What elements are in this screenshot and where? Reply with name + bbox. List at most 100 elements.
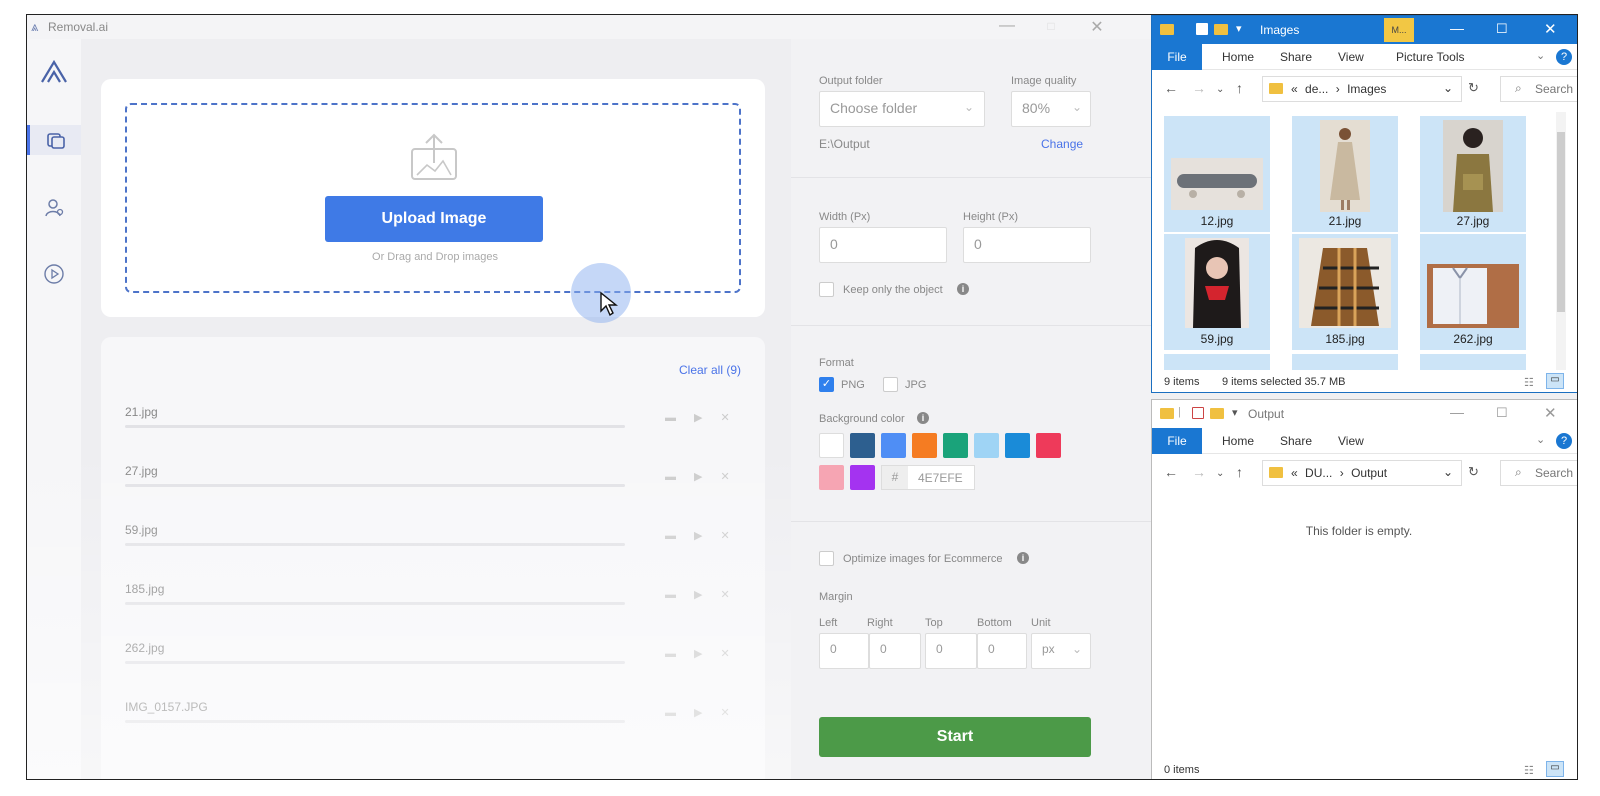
margin-right-input[interactable]: 0 <box>869 633 921 669</box>
tab-share[interactable]: Share <box>1280 50 1312 64</box>
large-icons-view-icon[interactable]: ▭ <box>1546 761 1564 777</box>
chevron-down-icon[interactable]: ⌄ <box>1536 49 1545 62</box>
margin-top-input[interactable]: 0 <box>925 633 977 669</box>
color-swatch[interactable] <box>850 433 875 458</box>
new-folder-icon[interactable] <box>1214 24 1228 35</box>
recent-dropdown-icon[interactable]: ⌄ <box>1216 84 1224 95</box>
tab-view[interactable]: View <box>1338 434 1364 448</box>
details-view-icon[interactable]: ☷ <box>1524 376 1534 389</box>
chevron-down-icon[interactable]: ⌄ <box>1536 433 1545 446</box>
thumbnail[interactable]: 12.jpg <box>1164 116 1270 232</box>
search-input[interactable]: ⌕ Search <box>1500 76 1577 102</box>
tab-view[interactable]: View <box>1338 50 1364 64</box>
margin-bottom-input[interactable]: 0 <box>977 633 1027 669</box>
tab-home[interactable]: Home <box>1222 434 1254 448</box>
thumbnail[interactable]: 262.jpg <box>1420 234 1526 350</box>
item-actions[interactable]: ▬▶✕ <box>665 706 748 719</box>
properties-icon[interactable] <box>1196 23 1208 35</box>
breadcrumb-current[interactable]: Images <box>1347 82 1386 96</box>
tab-home[interactable]: Home <box>1222 50 1254 64</box>
back-arrow-icon[interactable]: ← <box>1164 464 1178 480</box>
back-arrow-icon[interactable]: ← <box>1164 80 1178 96</box>
color-swatch[interactable] <box>850 465 875 490</box>
info-icon[interactable]: i <box>1017 552 1029 564</box>
dropdown-arrow-icon[interactable]: ▾ <box>1236 22 1242 35</box>
scrollbar-thumb[interactable] <box>1557 132 1565 312</box>
close-button[interactable]: ✕ <box>1087 17 1107 37</box>
breadcrumb-current[interactable]: Output <box>1351 466 1387 480</box>
info-icon[interactable]: i <box>957 283 969 295</box>
maximize-button[interactable]: ☐ <box>1496 405 1508 421</box>
manage-tab-badge[interactable]: M... <box>1384 18 1414 42</box>
sidebar-item-tutorial[interactable] <box>39 259 69 289</box>
forward-arrow-icon[interactable]: → <box>1192 464 1206 480</box>
thumbnail[interactable] <box>1292 354 1398 370</box>
width-input[interactable]: 0 <box>819 227 947 263</box>
item-actions[interactable]: ▬▶✕ <box>665 588 748 601</box>
tab-share[interactable]: Share <box>1280 434 1312 448</box>
item-actions[interactable]: ▬▶✕ <box>665 411 748 424</box>
thumbnail[interactable]: 27.jpg <box>1420 116 1526 232</box>
minimize-button[interactable]: — <box>1450 20 1464 36</box>
chevron-down-icon[interactable]: ⌄ <box>1443 81 1453 95</box>
optimize-ecommerce-checkbox[interactable] <box>819 551 834 566</box>
thumbnail[interactable]: 59.jpg <box>1164 234 1270 350</box>
breadcrumb-parent[interactable]: de... <box>1305 82 1328 96</box>
jpg-checkbox[interactable] <box>883 377 898 392</box>
maximize-button[interactable]: □ <box>1041 19 1061 33</box>
drop-zone[interactable]: Upload Image Or Drag and Drop images <box>125 103 741 323</box>
color-swatch[interactable] <box>819 465 844 490</box>
scrollbar[interactable] <box>1556 112 1566 370</box>
output-folder-select[interactable]: Choose folder ⌄ <box>819 91 985 127</box>
start-button[interactable]: Start <box>819 717 1091 757</box>
minimize-button[interactable]: — <box>997 17 1017 35</box>
help-icon[interactable]: ? <box>1556 433 1572 449</box>
info-icon[interactable]: i <box>917 412 929 424</box>
sidebar-item-batch[interactable] <box>27 125 81 155</box>
thumbnail[interactable] <box>1164 354 1270 370</box>
path-box[interactable]: « DU... › Output ⌄ <box>1262 460 1462 486</box>
png-checkbox[interactable]: ✓ <box>819 377 834 392</box>
keep-object-checkbox[interactable] <box>819 282 834 297</box>
refresh-icon[interactable]: ↻ <box>1468 80 1479 96</box>
forward-arrow-icon[interactable]: → <box>1192 80 1206 96</box>
search-input[interactable]: ⌕ Search <box>1500 460 1577 486</box>
color-swatch[interactable] <box>881 433 906 458</box>
color-swatch[interactable] <box>819 433 844 458</box>
properties-icon[interactable] <box>1192 407 1204 419</box>
color-swatch[interactable] <box>1036 433 1061 458</box>
refresh-icon[interactable]: ↻ <box>1468 464 1479 480</box>
up-arrow-icon[interactable]: ↑ <box>1236 80 1243 96</box>
item-actions[interactable]: ▬▶✕ <box>665 647 748 660</box>
close-button[interactable]: ✕ <box>1544 20 1557 38</box>
item-actions[interactable]: ▬▶✕ <box>665 529 748 542</box>
hex-color-input[interactable]: # 4E7EFE <box>881 465 975 490</box>
breadcrumb-parent[interactable]: DU... <box>1305 466 1332 480</box>
clear-all-link[interactable]: Clear all (9) <box>679 363 741 377</box>
recent-dropdown-icon[interactable]: ⌄ <box>1216 468 1224 479</box>
item-actions[interactable]: ▬▶✕ <box>665 470 748 483</box>
chevron-down-icon[interactable]: ⌄ <box>1443 465 1453 479</box>
change-folder-link[interactable]: Change <box>1041 137 1083 151</box>
dropdown-arrow-icon[interactable]: ▾ <box>1232 406 1238 419</box>
minimize-button[interactable]: — <box>1450 404 1464 420</box>
margin-unit-select[interactable]: px ⌄ <box>1031 633 1091 669</box>
large-icons-view-icon[interactable]: ▭ <box>1546 373 1564 389</box>
thumbnail[interactable]: 185.jpg <box>1292 234 1398 350</box>
color-swatch[interactable] <box>974 433 999 458</box>
upload-image-button[interactable]: Upload Image <box>325 196 543 242</box>
path-box[interactable]: « de... › Images ⌄ <box>1262 76 1462 102</box>
color-swatch[interactable] <box>943 433 968 458</box>
tab-file[interactable]: File <box>1152 44 1202 70</box>
sidebar-item-account[interactable] <box>39 193 69 223</box>
up-arrow-icon[interactable]: ↑ <box>1236 464 1243 480</box>
new-folder-icon[interactable] <box>1210 408 1224 419</box>
help-icon[interactable]: ? <box>1556 49 1572 65</box>
thumbnail[interactable] <box>1420 354 1526 370</box>
thumbnail[interactable]: 21.jpg <box>1292 116 1398 232</box>
tab-file[interactable]: File <box>1152 428 1202 454</box>
height-input[interactable]: 0 <box>963 227 1091 263</box>
image-quality-select[interactable]: 80% ⌄ <box>1011 91 1091 127</box>
close-button[interactable]: ✕ <box>1544 404 1557 422</box>
tab-picture-tools[interactable]: Picture Tools <box>1396 50 1464 64</box>
